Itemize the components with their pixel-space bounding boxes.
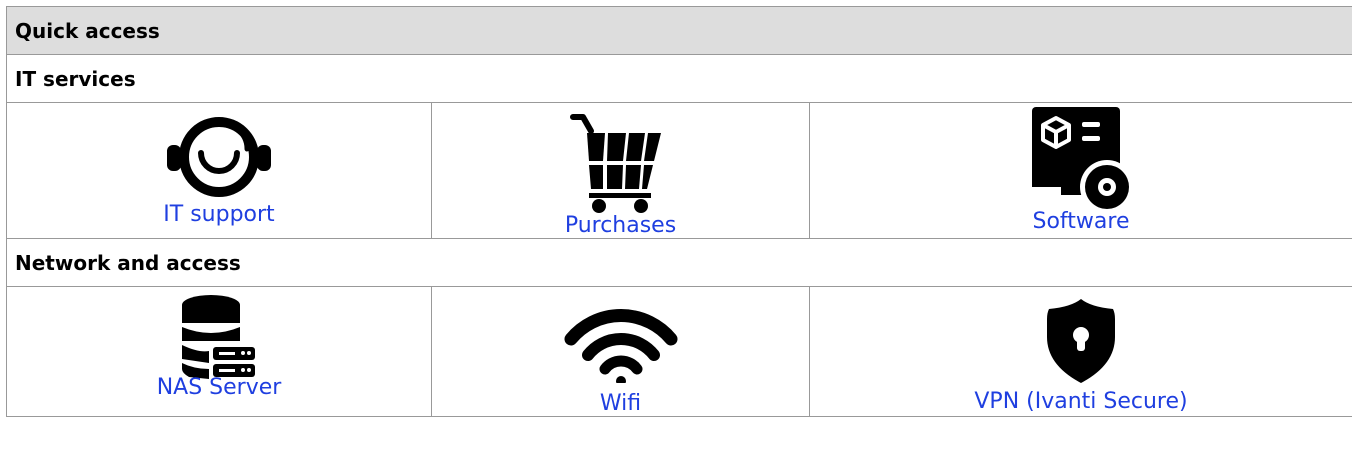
page-title: Quick access	[6, 6, 1352, 55]
vpn-link[interactable]: VPN (Ivanti Secure)	[974, 389, 1187, 414]
tile-it-support[interactable]: IT support	[6, 102, 432, 239]
tile-nas-server[interactable]: NAS Server	[6, 286, 432, 417]
nas-server-link[interactable]: NAS Server	[157, 375, 282, 400]
tile-wifi[interactable]: Wifi	[431, 286, 810, 417]
wifi-icon	[564, 309, 677, 383]
tile-vpn[interactable]: VPN (Ivanti Secure)	[809, 286, 1352, 417]
section-heading-network-access: Network and access	[6, 238, 1352, 287]
quick-access-table: Quick access IT services IT support Purc…	[6, 6, 1352, 417]
tile-purchases[interactable]: Purchases	[431, 102, 810, 239]
it-support-link[interactable]: IT support	[163, 202, 274, 227]
wifi-link[interactable]: Wifi	[600, 391, 641, 416]
shopping-cart-icon	[569, 114, 661, 213]
shield-lock-icon	[1047, 299, 1115, 383]
server-database-icon	[182, 295, 255, 379]
purchases-link[interactable]: Purchases	[565, 213, 676, 238]
headset-icon	[167, 117, 271, 197]
section-heading-it-services: IT services	[6, 54, 1352, 103]
software-monitor-icon	[1032, 107, 1134, 213]
quick-access-panel: Quick access IT services IT support Purc…	[6, 6, 1352, 417]
software-link[interactable]: Software	[1033, 209, 1130, 234]
tile-software[interactable]: Software	[809, 102, 1352, 239]
